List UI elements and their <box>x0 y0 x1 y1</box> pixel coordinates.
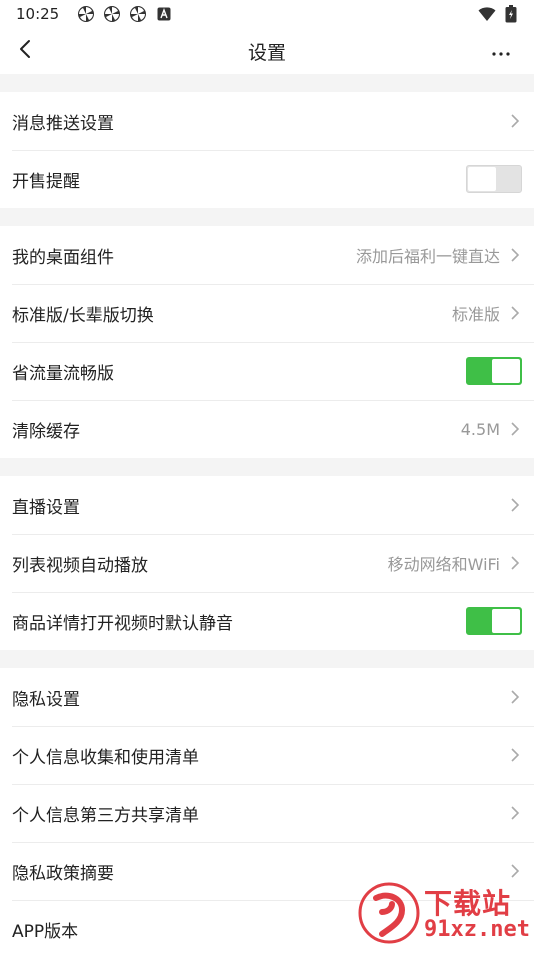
row-value: 标准版 <box>451 305 500 324</box>
row-label: 隐私政策摘要 <box>12 863 114 884</box>
row-label: 隐私设置 <box>12 689 80 710</box>
section-gap <box>0 458 534 476</box>
default-mute-toggle[interactable] <box>466 607 522 635</box>
row-label: 列表视频自动播放 <box>12 555 148 576</box>
push-settings-row[interactable]: 消息推送设置 <box>0 92 534 150</box>
data-saver-row: 省流量流畅版 <box>0 342 534 400</box>
chevron-right-icon <box>508 420 522 438</box>
sale-reminder-toggle[interactable] <box>466 165 522 193</box>
row-label: 个人信息收集和使用清单 <box>12 747 199 768</box>
chevron-right-icon <box>508 862 522 880</box>
desktop-widget-row[interactable]: 我的桌面组件 添加后福利一键直达 <box>0 226 534 284</box>
info-collection-list-row[interactable]: 个人信息收集和使用清单 <box>0 726 534 784</box>
more-options-button[interactable] <box>486 36 516 66</box>
row-label: 开售提醒 <box>12 171 80 192</box>
chevron-right-icon <box>508 304 522 322</box>
sale-reminder-row: 开售提醒 <box>0 150 534 208</box>
chevron-right-icon <box>508 496 522 514</box>
live-settings-row[interactable]: 直播设置 <box>0 476 534 534</box>
status-right <box>478 5 520 23</box>
chevron-right-icon <box>508 554 522 572</box>
settings-section-video: 直播设置 列表视频自动播放 移动网络和WiFi 商品详情打开视频时默认静音 <box>0 476 534 650</box>
toggle-knob <box>468 167 496 191</box>
row-value: 4.5M <box>460 419 500 439</box>
page-title: 设置 <box>247 41 286 64</box>
watermark-logo: 下载站 91xz.net <box>358 882 530 948</box>
row-label: 消息推送设置 <box>12 113 114 134</box>
watermark-domain: 91xz.net <box>424 917 530 942</box>
chevron-right-icon <box>508 746 522 764</box>
a-badge-icon <box>155 5 173 23</box>
watermark-title: 下载站 <box>424 887 512 920</box>
row-label: 标准版/长辈版切换 <box>12 305 154 326</box>
row-label: 我的桌面组件 <box>12 247 114 268</box>
section-gap <box>0 74 534 92</box>
chevron-right-icon <box>508 804 522 822</box>
status-time: 10:25 <box>16 5 60 23</box>
autoplay-row[interactable]: 列表视频自动播放 移动网络和WiFi <box>0 534 534 592</box>
toggle-knob <box>492 359 520 383</box>
pinwheel-icon <box>129 5 147 23</box>
battery-icon <box>502 5 520 23</box>
default-mute-row: 商品详情打开视频时默认静音 <box>0 592 534 650</box>
pinwheel-icon <box>103 5 121 23</box>
row-value: 添加后福利一键直达 <box>355 247 500 266</box>
status-left: 10:25 <box>16 5 173 23</box>
data-saver-toggle[interactable] <box>466 357 522 385</box>
status-bar: 10:25 <box>0 0 534 28</box>
row-label: 个人信息第三方共享清单 <box>12 805 199 826</box>
third-party-sharing-row[interactable]: 个人信息第三方共享清单 <box>0 784 534 842</box>
toggle-knob <box>492 609 520 633</box>
wifi-icon <box>478 5 496 23</box>
app-bar: 设置 <box>0 28 534 74</box>
more-dots-icon <box>491 42 511 61</box>
settings-section-notifications: 消息推送设置 开售提醒 <box>0 92 534 208</box>
watermark-text: 下载站 91xz.net <box>424 889 530 941</box>
chevron-right-icon <box>508 112 522 130</box>
chevron-left-icon <box>18 38 32 64</box>
back-button[interactable] <box>10 36 40 66</box>
clear-cache-row[interactable]: 清除缓存 4.5M <box>0 400 534 458</box>
row-label: 清除缓存 <box>12 421 80 442</box>
row-label: 省流量流畅版 <box>12 363 114 384</box>
chevron-right-icon <box>508 246 522 264</box>
row-label: 直播设置 <box>12 497 80 518</box>
privacy-settings-row[interactable]: 隐私设置 <box>0 668 534 726</box>
row-label: 商品详情打开视频时默认静音 <box>12 613 233 634</box>
pinwheel-icon <box>77 5 95 23</box>
settings-section-general: 我的桌面组件 添加后福利一键直达 标准版/长辈版切换 标准版 省流量流畅版 清除… <box>0 226 534 458</box>
section-gap <box>0 650 534 668</box>
version-switch-row[interactable]: 标准版/长辈版切换 标准版 <box>0 284 534 342</box>
watermark-logo-icon <box>358 882 420 948</box>
chevron-right-icon <box>508 688 522 706</box>
row-value: 移动网络和WiFi <box>387 555 500 574</box>
section-gap <box>0 208 534 226</box>
